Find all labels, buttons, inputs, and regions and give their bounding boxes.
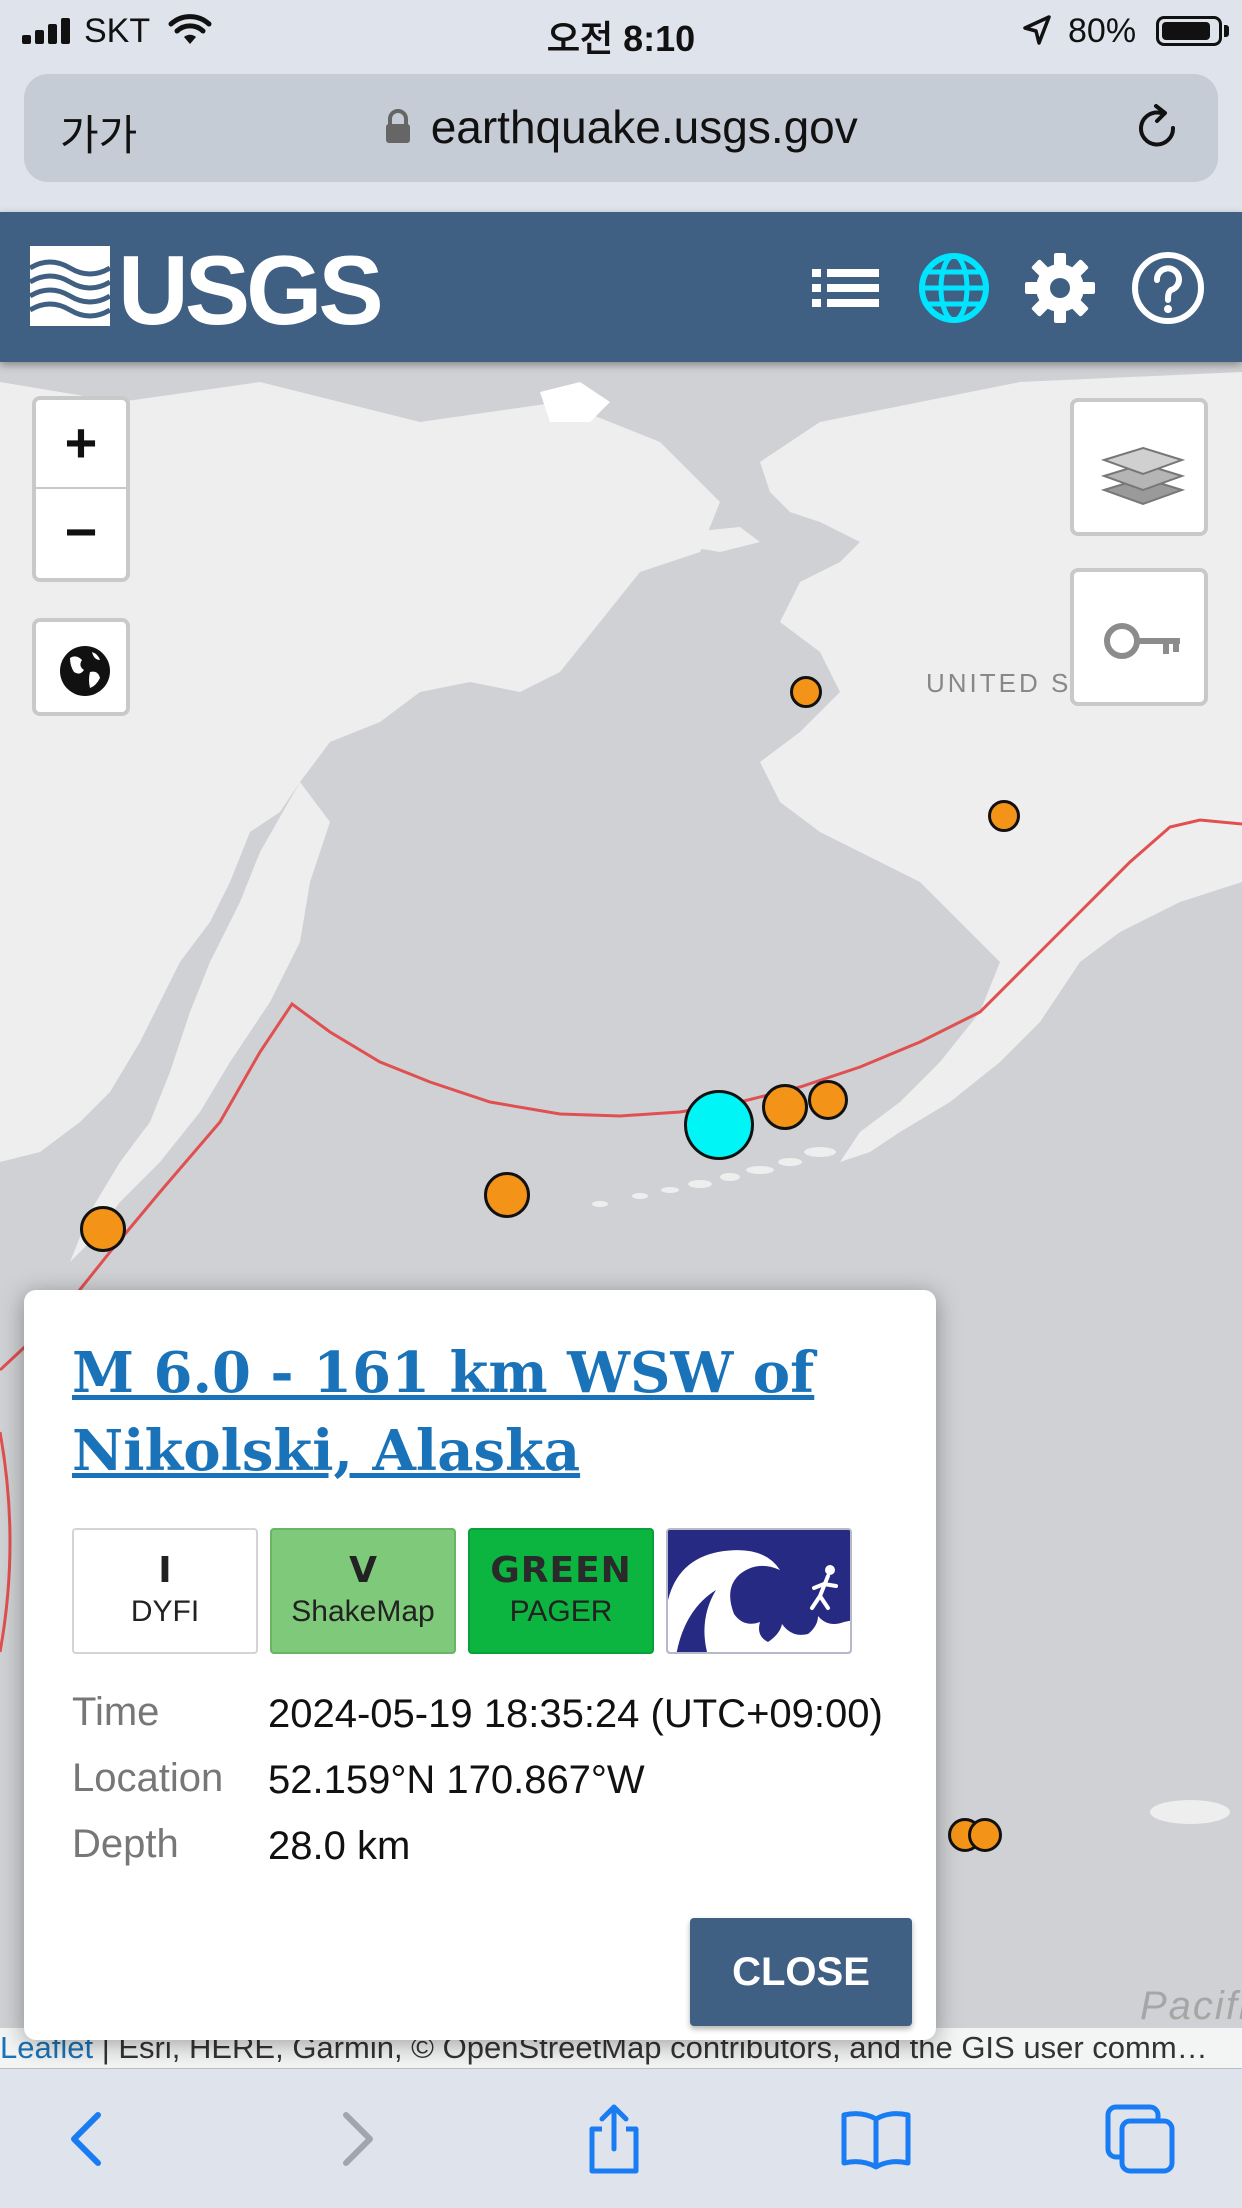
bookmarks-icon[interactable] — [840, 2103, 912, 2175]
browser-toolbar — [0, 2068, 1242, 2208]
earthquake-title-link[interactable]: M 6.0 - 161 km WSW of Nikolski, Alaska — [72, 1334, 892, 1490]
usgs-wordmark[interactable]: USGS — [118, 234, 384, 347]
url-text[interactable]: earthquake.usgs.gov — [431, 101, 858, 153]
earthquake-marker[interactable] — [80, 1206, 126, 1252]
globe-icon — [60, 646, 110, 696]
status-bar: SKT 오전 8:10 80% — [0, 0, 1242, 62]
list-icon[interactable] — [808, 250, 884, 326]
back-icon[interactable] — [52, 2103, 124, 2175]
layers-icon — [1100, 446, 1186, 506]
usgs-header: USGS — [0, 212, 1242, 362]
forward-icon[interactable] — [320, 2103, 392, 2175]
dyfi-badge[interactable]: I DYFI — [72, 1528, 258, 1654]
map-label-country: UNITED ST — [926, 668, 1091, 698]
help-icon[interactable] — [1130, 250, 1206, 326]
share-icon[interactable] — [578, 2103, 650, 2175]
close-button[interactable]: CLOSE — [690, 1918, 912, 2026]
location-label: Location — [72, 1756, 224, 1800]
lock-icon — [386, 109, 411, 143]
map-label-ocean: Pacifi — [1140, 1984, 1242, 2028]
usgs-logo-icon[interactable] — [30, 246, 110, 326]
time-value: 2024-05-19 18:35:24 (UTC+09:00) — [268, 1692, 883, 1736]
time-label: Time — [72, 1690, 160, 1734]
layers-button[interactable] — [1070, 398, 1208, 536]
zoom-out-button[interactable]: − — [36, 489, 126, 578]
earthquake-marker[interactable] — [790, 676, 822, 708]
legend-key-button[interactable] — [1070, 568, 1208, 706]
zoom-in-button[interactable]: + — [36, 400, 126, 489]
earthquake-marker[interactable] — [968, 1818, 1002, 1852]
tsunami-icon — [668, 1530, 850, 1652]
zoom-control: + − — [32, 396, 130, 582]
dyfi-label: DYFI — [130, 1595, 200, 1628]
earthquake-marker[interactable] — [762, 1084, 808, 1130]
selected-earthquake-marker[interactable] — [684, 1090, 754, 1160]
earthquake-marker[interactable] — [484, 1172, 530, 1218]
shakemap-badge[interactable]: V ShakeMap — [270, 1528, 456, 1654]
pager-badge[interactable]: GREEN PAGER — [468, 1528, 654, 1654]
globe-icon[interactable] — [916, 250, 992, 326]
pager-label: PAGER — [509, 1595, 613, 1628]
location-arrow-icon — [1023, 15, 1051, 45]
battery-icon — [1156, 16, 1222, 46]
location-value: 52.159°N 170.867°W — [268, 1758, 645, 1802]
world-view-button[interactable] — [32, 618, 130, 716]
key-icon — [1104, 623, 1180, 659]
gear-icon[interactable] — [1022, 250, 1098, 326]
pager-level: GREEN — [490, 1550, 632, 1591]
status-time: 오전 8:10 — [546, 18, 696, 59]
dyfi-level: I — [158, 1550, 172, 1591]
tabs-icon[interactable] — [1104, 2103, 1176, 2175]
browser-top-bar: 가가 earthquake.usgs.gov — [0, 62, 1242, 212]
battery-percent: 80% — [1068, 12, 1137, 50]
depth-value: 28.0 km — [268, 1824, 411, 1868]
earthquake-marker[interactable] — [988, 800, 1020, 832]
shakemap-label: ShakeMap — [291, 1595, 435, 1628]
shakemap-level: V — [349, 1550, 377, 1591]
earthquake-marker[interactable] — [808, 1080, 848, 1120]
depth-label: Depth — [72, 1822, 179, 1866]
tsunami-badge[interactable] — [666, 1528, 852, 1654]
earthquake-popup: M 6.0 - 161 km WSW of Nikolski, Alaska I… — [24, 1290, 936, 2040]
address-bar[interactable]: 가가 earthquake.usgs.gov — [24, 74, 1218, 182]
reload-icon[interactable] — [1132, 102, 1182, 154]
